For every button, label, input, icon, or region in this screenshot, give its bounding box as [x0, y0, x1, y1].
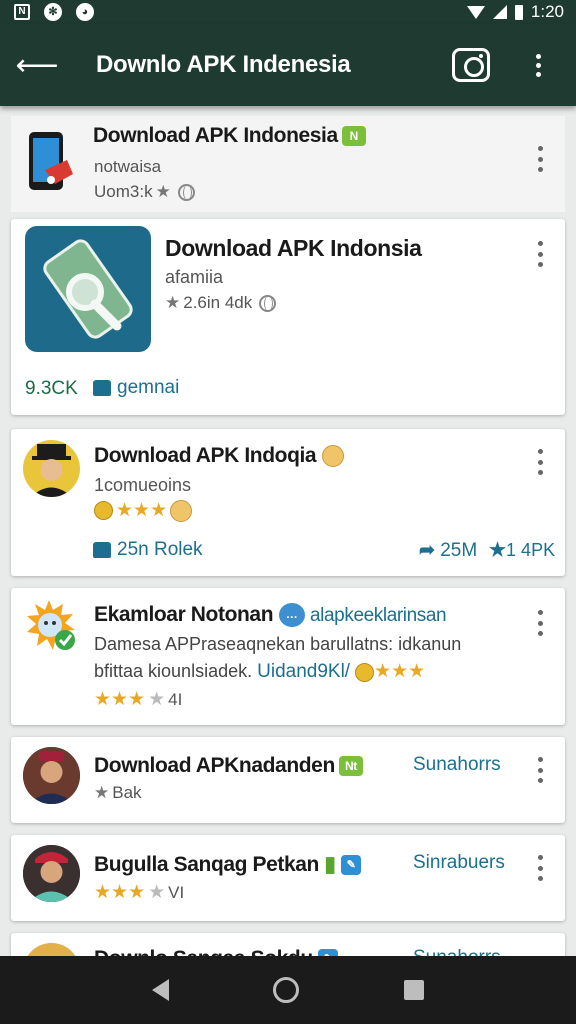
list-item[interactable]: Download APK Indonsia afamiia ★ 2.6in 4d…	[11, 219, 565, 415]
like-button[interactable]: 25n Rolek	[93, 539, 203, 561]
item-body-line2: bfittaa kioun­lsiadek. Uidand9Kl/ ★★★	[94, 661, 426, 682]
settings-cog-icon: ✻	[44, 3, 62, 21]
sun-character-icon	[23, 598, 79, 654]
item-meta: Uom3:k ★	[94, 182, 195, 202]
share-icon: ➦	[419, 540, 435, 561]
item-more-button[interactable]	[533, 757, 547, 783]
item-more-button[interactable]	[533, 855, 547, 881]
item-subtitle: 1comueoins	[94, 475, 192, 495]
list-item[interactable]: Download APK Indoqia 1comueoins ★★★ 25n …	[11, 429, 565, 576]
status-system: 1:20	[466, 2, 564, 22]
item-title: Download APKnadanden Nt	[94, 754, 363, 778]
signal-icon	[492, 5, 507, 19]
item-rating: ★★★ ★ VI	[94, 882, 185, 903]
thumbs-up-icon	[93, 379, 111, 396]
coin-icon	[355, 662, 375, 682]
blue-app-icon: ✎	[341, 855, 362, 876]
thumbs-up-icon	[93, 541, 111, 558]
star-icon: ★	[155, 182, 171, 201]
avatar	[23, 943, 80, 956]
camera-icon[interactable]	[452, 48, 490, 82]
item-title: Ekamloar Notonan … alapkeeklarinsan	[94, 603, 447, 628]
phone-app-icon	[25, 130, 75, 194]
green-badge-icon: Nt	[338, 756, 363, 777]
star-icon: ★★★	[116, 500, 168, 521]
system-nav-bar	[0, 956, 576, 1024]
star-icon: ★★★	[94, 689, 146, 710]
avatar	[23, 845, 80, 902]
nav-home-icon[interactable]	[273, 977, 300, 1003]
more-options-icon[interactable]	[530, 53, 546, 77]
star-icon: ★	[165, 293, 181, 312]
item-link[interactable]: alapkeeklarinsan	[310, 605, 447, 626]
list-item[interactable]: Download APKnadanden Nt Sunahorrs ★ Bak	[11, 737, 565, 823]
cat-app-icon: ◕	[76, 3, 94, 21]
item-title: Download APK Indonsia	[165, 235, 422, 261]
star-icon: ★	[489, 540, 507, 561]
wifi-icon	[466, 5, 485, 19]
app-icon	[25, 226, 151, 352]
item-action-link[interactable]: Sinrabuers	[413, 852, 505, 874]
battery-icon	[514, 4, 523, 20]
stars-button[interactable]: ★1 4PK	[489, 539, 555, 562]
item-title: Download APK Indoqia	[94, 444, 344, 468]
item-more-button[interactable]	[533, 610, 547, 636]
coin-icon	[94, 501, 113, 520]
list-item[interactable]: Ekamloar Notonan … alapkeeklarinsan Dame…	[11, 588, 565, 725]
chat-bubble-icon: …	[278, 603, 305, 628]
item-body-line1: Damesa APPraseaqnekan barullatns: idkanu…	[94, 634, 462, 654]
star-icon: ★★★	[94, 882, 146, 903]
body-link[interactable]: Uidand9Kl/	[257, 661, 350, 682]
item-more-button[interactable]	[533, 449, 547, 475]
star-icon: ★	[94, 783, 110, 802]
back-arrow-icon: ⟵	[15, 48, 59, 82]
item-more-button[interactable]	[533, 146, 547, 172]
item-rating: ★★★ ★ 4I	[94, 689, 183, 710]
item-meta: ★ 2.6in 4dk	[165, 293, 277, 313]
item-subtitle: notwaisa	[94, 157, 162, 176]
item-action-link[interactable]: Sunahorrs	[413, 754, 501, 776]
notification-n-icon: N	[14, 4, 30, 20]
list-item[interactable]: Downlo Sanqaa Sokdu ✎ Sunahorrs	[11, 933, 565, 956]
empty-star-icon: ★	[148, 882, 166, 903]
green-badge-icon: N	[341, 126, 366, 147]
nav-back-icon[interactable]	[152, 979, 170, 1001]
emoji-face-icon	[170, 499, 193, 522]
list-item[interactable]: Bugulla Sanqag Petkan ▮ ✎ Sinrabuers ★★★…	[11, 835, 565, 921]
like-button[interactable]: gemnai	[93, 377, 179, 399]
green-bars-icon: ▮	[324, 853, 336, 876]
star-icon: ★★★	[374, 661, 426, 682]
item-rating: ★★★	[94, 499, 193, 522]
app-bar: ⟵ Downlo APK Indenesia	[0, 24, 576, 106]
list-item[interactable]: Download APK Indonesia N notwaisa Uom3:k …	[11, 116, 565, 212]
item-title: Bugulla Sanqag Petkan ▮ ✎	[94, 852, 362, 877]
page-title: Downlo APK Indenesia	[96, 51, 351, 78]
item-action-link[interactable]: Sunahorrs	[413, 947, 501, 956]
globe-icon	[259, 294, 277, 312]
status-notifications: N ✻ ◕	[14, 3, 94, 21]
back-button[interactable]: ⟵	[0, 24, 74, 106]
item-title: Download APK Indonesia N	[93, 124, 366, 148]
emoji-face-icon	[321, 445, 344, 468]
status-bar: N ✻ ◕ 1:20	[0, 0, 576, 24]
nav-recents-icon[interactable]	[403, 980, 424, 1000]
status-time: 1:20	[530, 2, 564, 21]
item-meta: ★ Bak	[94, 783, 142, 802]
empty-star-icon: ★	[148, 689, 166, 710]
globe-icon	[177, 183, 195, 201]
share-button[interactable]: ➦ 25M	[419, 539, 477, 562]
item-subtitle: afamiia	[165, 267, 224, 287]
app-list[interactable]: Download APK Indonesia N notwaisa Uom3:k …	[0, 106, 576, 956]
item-title: Downlo Sanqaa Sokdu ✎	[94, 947, 339, 956]
item-count: 9.3CK	[25, 378, 78, 399]
avatar	[23, 747, 80, 804]
avatar	[23, 440, 80, 497]
item-more-button[interactable]	[533, 241, 547, 267]
